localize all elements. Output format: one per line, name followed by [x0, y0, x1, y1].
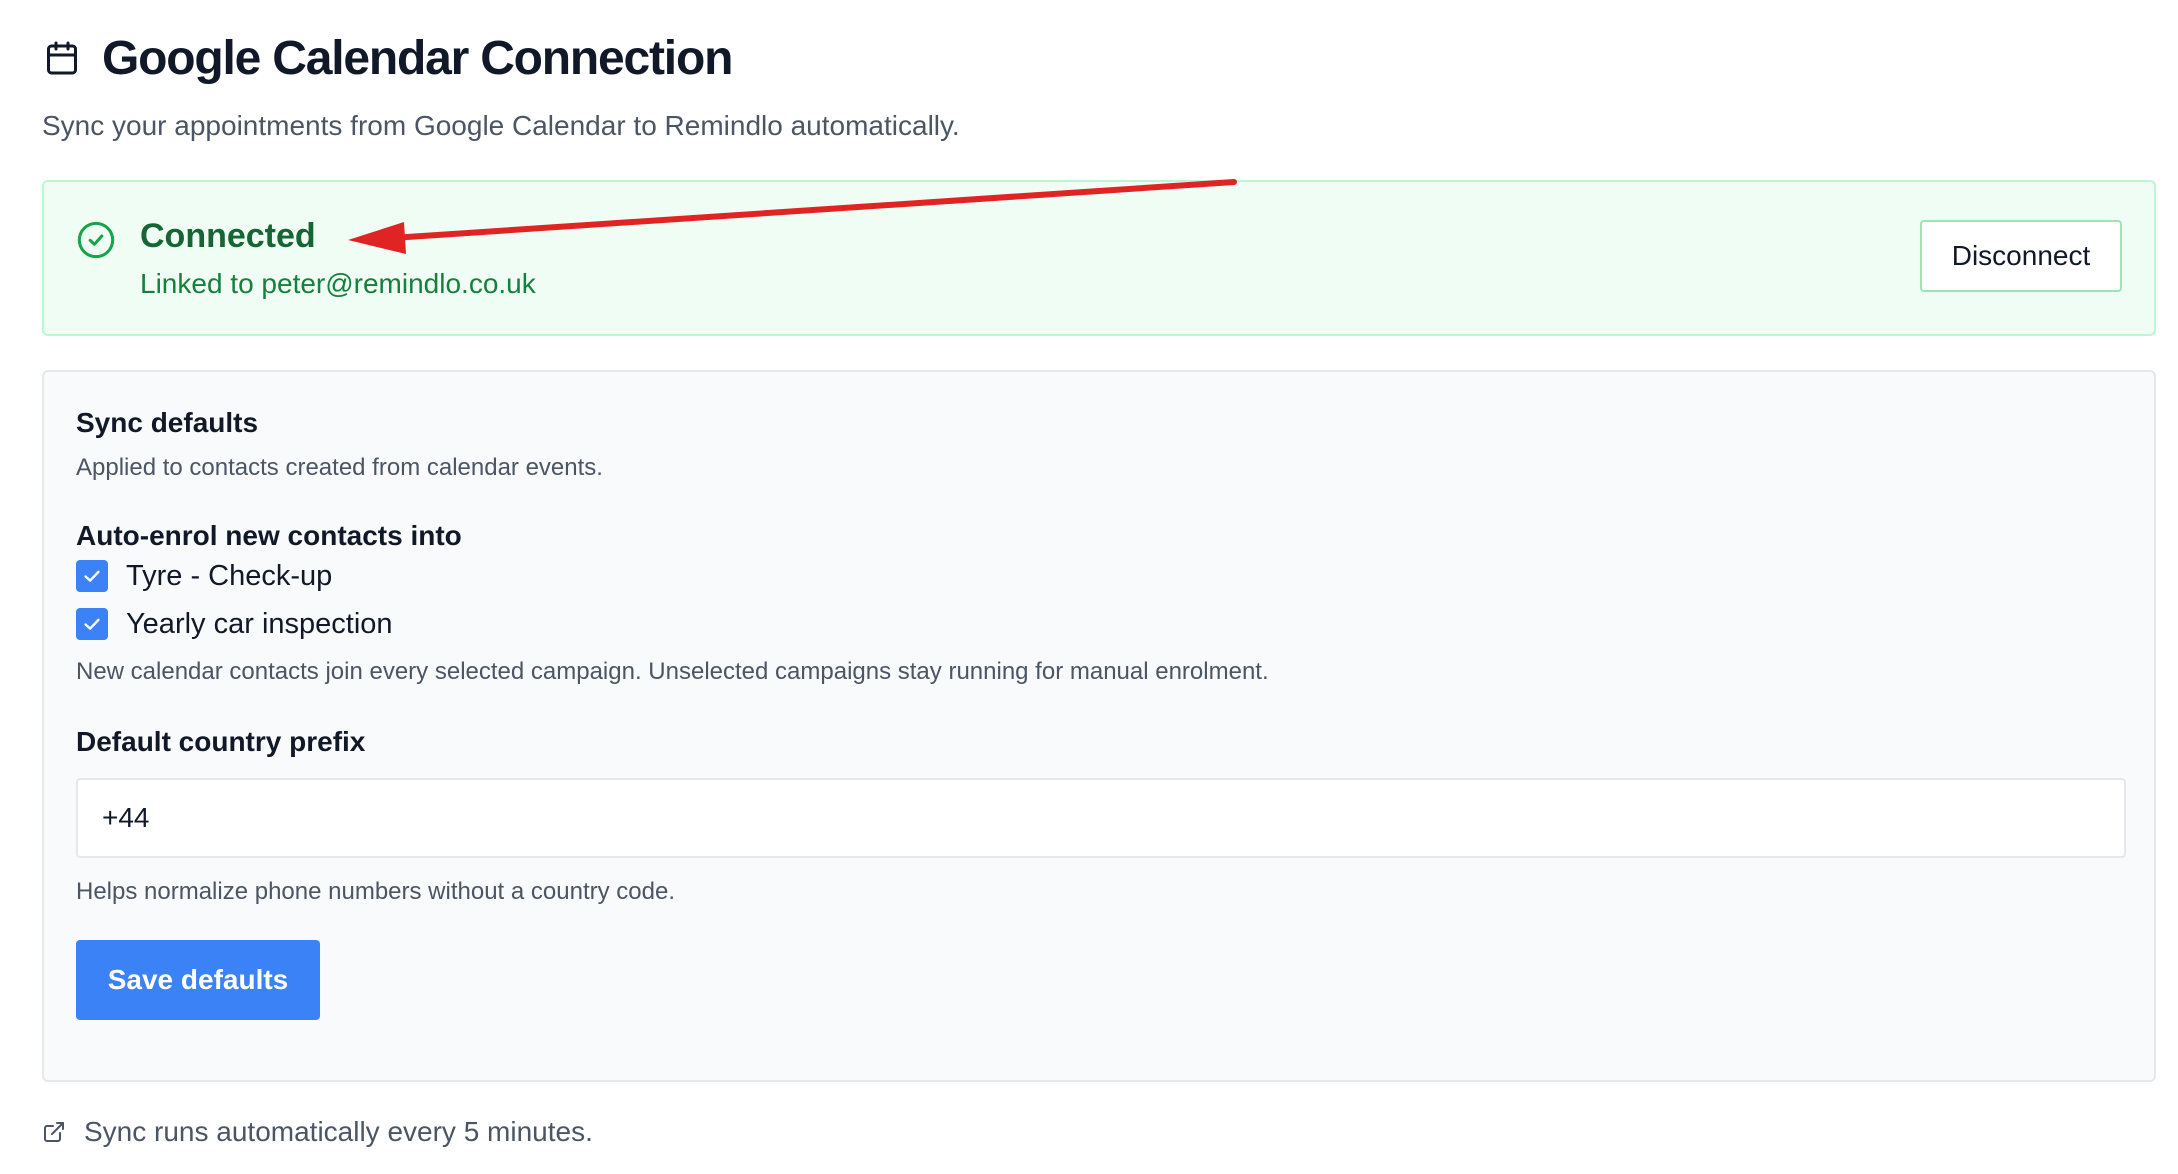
status-title: Connected: [140, 217, 316, 255]
country-prefix-help: Helps normalize phone numbers without a …: [76, 878, 675, 905]
checkmark-icon: [84, 570, 100, 582]
disconnect-button[interactable]: Disconnect: [1920, 220, 2122, 292]
save-defaults-button[interactable]: Save defaults: [76, 940, 320, 1020]
header: Google Calendar Connection Sync your app…: [42, 0, 2136, 142]
sync-frequency-text: Sync runs automatically every 5 minutes.: [84, 1116, 593, 1147]
page-title: Google Calendar Connection: [102, 31, 733, 85]
campaign-checkbox[interactable]: [76, 608, 108, 640]
page-subtitle: Sync your appointments from Google Calen…: [42, 110, 960, 141]
check-circle-icon: [76, 220, 116, 260]
title-row: Google Calendar Connection: [42, 28, 2136, 88]
campaign-option[interactable]: Yearly car inspection: [76, 600, 2122, 648]
linked-account: Linked to peter@remindlo.co.uk: [140, 268, 536, 299]
country-prefix-title: Default country prefix: [76, 726, 366, 757]
checkmark-icon: [84, 618, 100, 630]
campaign-label[interactable]: Tyre - Check-up: [126, 560, 332, 593]
campaign-checkbox[interactable]: [76, 560, 108, 592]
external-link-icon: [42, 1120, 66, 1144]
country-prefix-input[interactable]: [76, 778, 2126, 858]
sync-frequency-note: Sync runs automatically every 5 minutes.: [42, 1116, 2136, 1148]
campaign-label[interactable]: Yearly car inspection: [126, 608, 393, 641]
connection-status-card: Connected Linked to peter@remindlo.co.uk…: [42, 180, 2156, 336]
auto-enrol-title: Auto-enrol new contacts into: [76, 520, 462, 551]
status-info: Connected Linked to peter@remindlo.co.uk: [76, 216, 536, 334]
page: Google Calendar Connection Sync your app…: [0, 0, 2178, 1174]
enrol-help-text: New calendar contacts join every selecte…: [76, 658, 1269, 685]
calendar-icon: [42, 38, 82, 78]
sync-defaults-card: Sync defaults Applied to contacts create…: [42, 370, 2156, 1082]
sync-defaults-description: Applied to contacts created from calenda…: [76, 454, 603, 481]
campaign-option[interactable]: Tyre - Check-up: [76, 552, 2122, 600]
sync-defaults-title: Sync defaults: [76, 407, 259, 438]
status-text: Connected Linked to peter@remindlo.co.uk: [140, 216, 536, 334]
